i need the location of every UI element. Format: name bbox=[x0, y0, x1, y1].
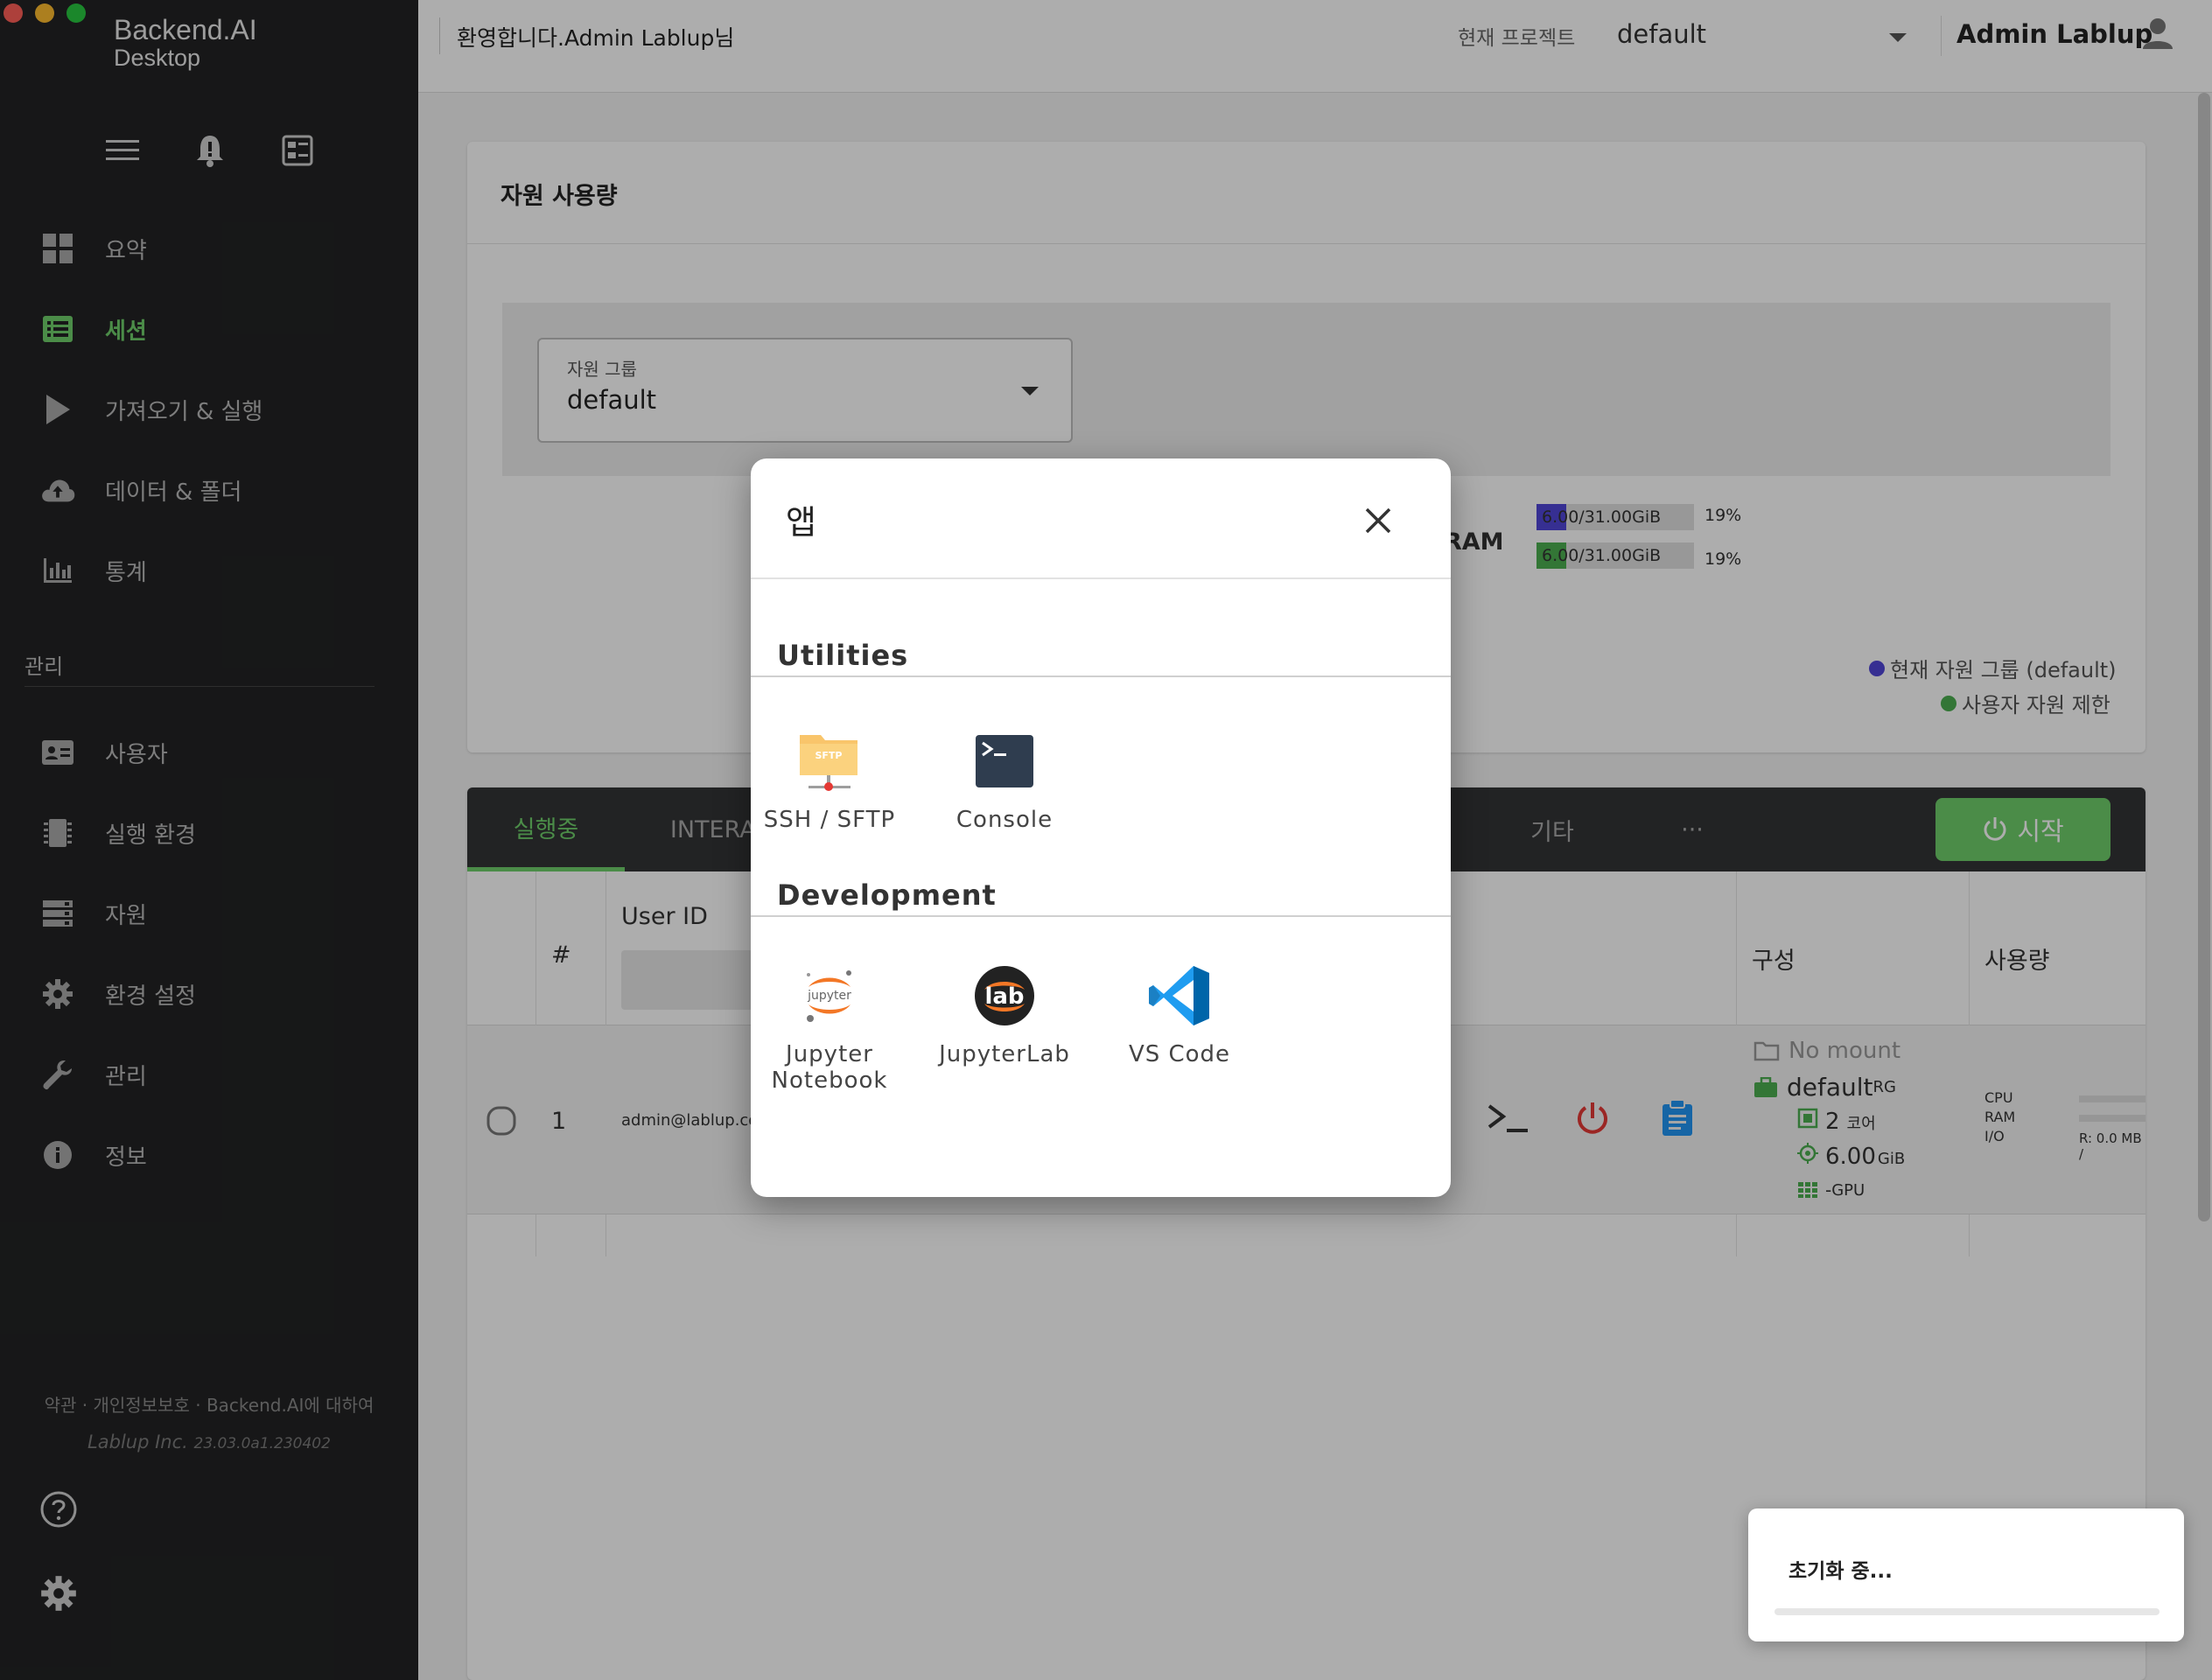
app-vscode[interactable]: VS Code bbox=[1101, 961, 1258, 1068]
app-label: VS Code bbox=[1128, 1041, 1231, 1068]
close-icon[interactable] bbox=[1356, 499, 1400, 542]
app-label: Jupyter Notebook bbox=[751, 1041, 908, 1094]
console-icon bbox=[970, 726, 1040, 796]
jupyter-icon-text: jupyter bbox=[807, 989, 851, 1003]
app-label: SSH / SFTP bbox=[763, 807, 896, 833]
jupyter-icon: jupyter bbox=[794, 961, 864, 1031]
category-development: Development bbox=[777, 878, 997, 912]
jupyterlab-icon: lab bbox=[970, 961, 1040, 1031]
status-toast: 초기화 중... bbox=[1748, 1508, 2184, 1642]
app-ssh-sftp[interactable]: SFTP SSH / SFTP bbox=[751, 726, 908, 833]
app-launcher-dialog: 앱 Utilities SFTP SSH / SFTP Console Deve… bbox=[751, 458, 1451, 1197]
category-divider bbox=[751, 676, 1451, 677]
toast-message: 초기화 중... bbox=[1788, 1560, 1893, 1583]
app-jupyterlab[interactable]: lab JupyterLab bbox=[926, 961, 1083, 1068]
dialog-divider bbox=[751, 578, 1451, 579]
jupyterlab-icon-text: lab bbox=[984, 984, 1024, 1010]
sftp-icon-text: SFTP bbox=[815, 750, 842, 761]
app-label: JupyterLab bbox=[939, 1041, 1070, 1068]
app-jupyter-notebook[interactable]: jupyter Jupyter Notebook bbox=[751, 961, 908, 1094]
category-utilities: Utilities bbox=[777, 639, 909, 672]
app-label-line2: Notebook bbox=[771, 1068, 888, 1094]
dialog-title: 앱 bbox=[786, 503, 816, 542]
vscode-icon bbox=[1144, 961, 1214, 1031]
app-console[interactable]: Console bbox=[926, 726, 1083, 833]
app-label: Console bbox=[956, 807, 1054, 833]
app-label-line1: Jupyter bbox=[786, 1041, 873, 1068]
toast-progress-bar bbox=[1774, 1608, 2160, 1615]
sftp-folder-icon: SFTP bbox=[794, 726, 864, 796]
category-divider bbox=[751, 915, 1451, 917]
